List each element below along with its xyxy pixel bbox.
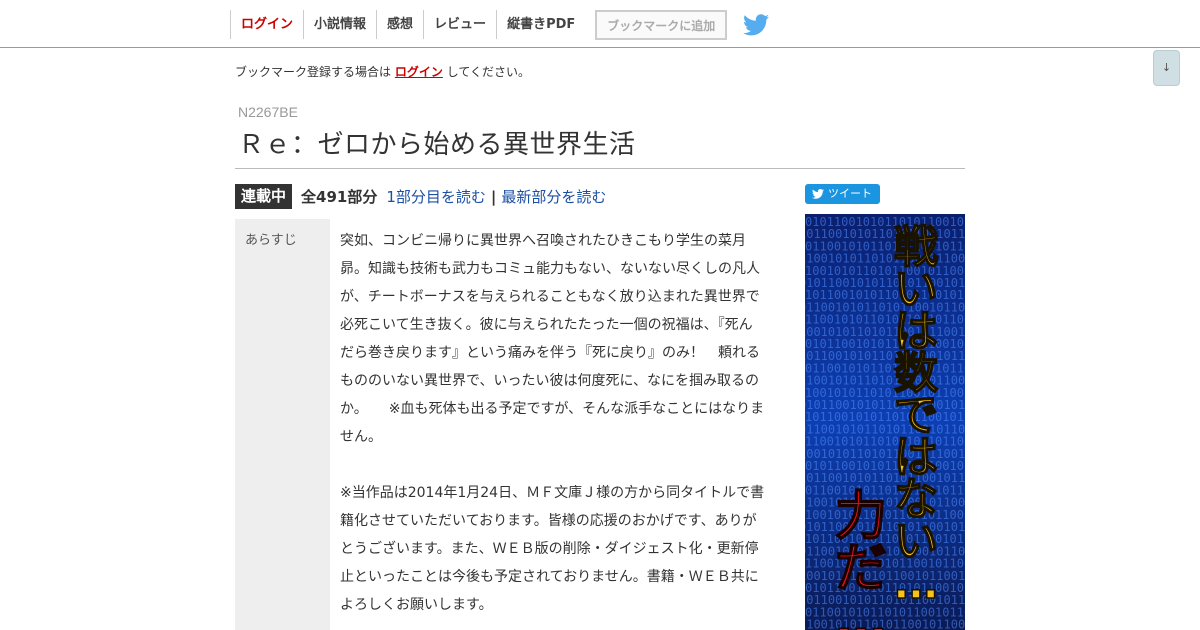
synopsis-body: 突如、コンビニ帰りに異世界へ召喚されたひきこもり学生の菜月昴。知識も技術も武力も… bbox=[330, 219, 765, 630]
top-navigation-bar: ログイン 小説情報 感想 レビュー 縦書きPDF ブックマークに追加 bbox=[0, 0, 1200, 48]
tweet-button[interactable]: ツイート bbox=[805, 184, 880, 204]
nav-novel-info-link[interactable]: 小説情報 bbox=[303, 10, 376, 39]
notice-text-before: ブックマーク登録する場合は bbox=[235, 65, 392, 79]
nav-review-link[interactable]: レビュー bbox=[423, 10, 496, 39]
bookmark-login-notice: ブックマーク登録する場合は ログイン してください。 bbox=[235, 63, 530, 80]
tweet-label: ツイート bbox=[828, 187, 872, 200]
synopsis-table: あらすじ 突如、コンビニ帰りに異世界へ召喚されたひきこもり学生の菜月昴。知識も技… bbox=[235, 219, 765, 630]
add-bookmark-button[interactable]: ブックマークに追加 bbox=[595, 9, 728, 40]
banner-artwork: 0101100101011010110010110010101101011010… bbox=[805, 214, 965, 630]
twitter-bird-icon[interactable] bbox=[743, 13, 770, 36]
novel-status-row: 連載中 全491部分 1部分目を読む | 最新部分を読む bbox=[235, 184, 606, 209]
banner-headline-glyph: 力 bbox=[835, 487, 887, 547]
advertisement-banner[interactable]: 0101100101011010110010110010101101011010… bbox=[805, 214, 965, 630]
nav-login-link[interactable]: ログイン bbox=[230, 10, 303, 39]
nav-impressions-link[interactable]: 感想 bbox=[376, 10, 423, 39]
episode-count: 全491部分 bbox=[301, 188, 378, 206]
banner-headline-glyph: … bbox=[835, 591, 887, 630]
notice-text-after: してください。 bbox=[446, 65, 530, 79]
synopsis-paragraph: 突如、コンビニ帰りに異世界へ召喚されたひきこもり学生の菜月昴。知識も技術も武力も… bbox=[340, 233, 765, 445]
novel-title: Ｒｅ：ゼロから始める異世界生活 bbox=[238, 130, 636, 160]
link-separator: | bbox=[490, 187, 497, 206]
scroll-down-button[interactable]: ↓ bbox=[1153, 50, 1180, 86]
banner-headline-glyph: … bbox=[894, 558, 938, 609]
banner-headline-glyph: だ bbox=[835, 539, 887, 599]
nav-menu: ログイン 小説情報 感想 レビュー 縦書きPDF ブックマークに追加 bbox=[230, 9, 770, 40]
read-latest-episode-link[interactable]: 最新部分を読む bbox=[501, 186, 606, 207]
nav-vertical-pdf-link[interactable]: 縦書きPDF bbox=[496, 10, 585, 39]
synopsis-paragraph: ※当作品は2014年1月24日、ＭＦ文庫Ｊ様の方から同タイトルで書籍化させていた… bbox=[340, 485, 765, 613]
notice-login-link[interactable]: ログイン bbox=[395, 65, 443, 79]
read-first-episode-link[interactable]: 1部分目を読む bbox=[386, 186, 486, 207]
novel-ncode: N2267BE bbox=[238, 104, 298, 120]
synopsis-label: あらすじ bbox=[235, 219, 330, 630]
title-divider bbox=[235, 168, 965, 169]
twitter-bird-icon bbox=[812, 189, 824, 199]
serialization-status-badge: 連載中 bbox=[235, 184, 293, 209]
